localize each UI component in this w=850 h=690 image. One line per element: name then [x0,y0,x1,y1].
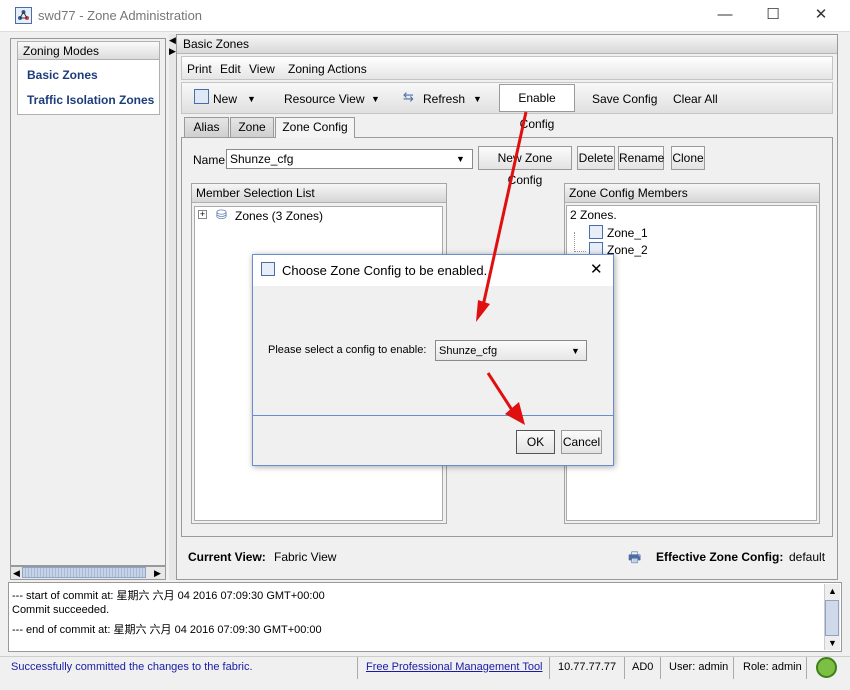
annotation-arrows [476,111,528,425]
arrowhead-icon [476,300,490,322]
annotation-arrow-to-combo [481,111,528,307]
annotation-arrow-to-ok [486,372,514,411]
